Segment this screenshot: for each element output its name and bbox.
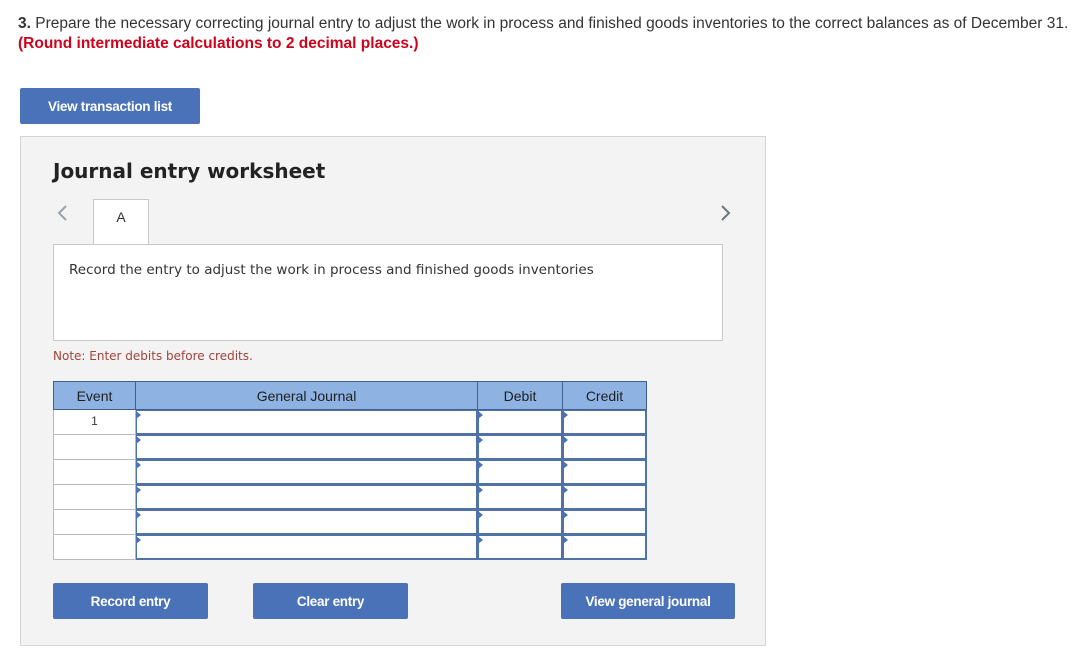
- tab-a[interactable]: A: [93, 199, 149, 245]
- account-input[interactable]: [135, 509, 478, 535]
- chevron-right-icon[interactable]: [717, 203, 733, 223]
- table-row: [53, 484, 647, 510]
- credit-input[interactable]: [562, 484, 647, 510]
- account-input[interactable]: [135, 534, 478, 560]
- header-credit: Credit: [562, 381, 647, 410]
- account-input[interactable]: [135, 434, 478, 460]
- table-row: [53, 534, 647, 560]
- question-body: Prepare the necessary correcting journal…: [30, 15, 1069, 32]
- debit-input[interactable]: [477, 509, 563, 535]
- event-cell: [53, 484, 136, 510]
- debit-input[interactable]: [477, 534, 563, 560]
- debits-note: Note: Enter debits before credits.: [53, 349, 253, 363]
- debit-input[interactable]: [477, 459, 563, 485]
- credit-input[interactable]: [562, 509, 647, 535]
- event-cell: 1: [53, 409, 136, 435]
- table-row: [53, 434, 647, 460]
- rounding-hint: (Round intermediate calculations to 2 de…: [18, 35, 419, 52]
- worksheet-title: Journal entry worksheet: [53, 159, 326, 183]
- record-entry-button[interactable]: Record entry: [53, 583, 208, 619]
- view-transaction-list-button[interactable]: View transaction list: [20, 88, 200, 124]
- account-input[interactable]: [135, 459, 478, 485]
- table-row: [53, 459, 647, 485]
- question-text: 3. Prepare the necessary correcting jour…: [18, 14, 1073, 54]
- clear-entry-button[interactable]: Clear entry: [253, 583, 408, 619]
- event-cell: [53, 459, 136, 485]
- header-event: Event: [53, 381, 136, 410]
- journal-table: Event General Journal Debit Credit 1: [53, 381, 647, 560]
- debit-input[interactable]: [477, 409, 563, 435]
- debit-input[interactable]: [477, 484, 563, 510]
- header-general-journal: General Journal: [135, 381, 478, 410]
- table-row: [53, 509, 647, 535]
- credit-input[interactable]: [562, 409, 647, 435]
- entry-description: Record the entry to adjust the work in p…: [53, 244, 723, 341]
- journal-entry-worksheet: Journal entry worksheet A Record the ent…: [20, 136, 766, 646]
- event-cell: [53, 534, 136, 560]
- question-number: 3.: [18, 15, 31, 32]
- account-input[interactable]: [135, 484, 478, 510]
- debit-input[interactable]: [477, 434, 563, 460]
- account-input[interactable]: [135, 409, 478, 435]
- header-debit: Debit: [477, 381, 563, 410]
- event-cell: [53, 434, 136, 460]
- chevron-left-icon[interactable]: [55, 203, 71, 223]
- view-general-journal-button[interactable]: View general journal: [561, 583, 735, 619]
- event-cell: [53, 509, 136, 535]
- table-row: 1: [53, 409, 647, 435]
- credit-input[interactable]: [562, 434, 647, 460]
- credit-input[interactable]: [562, 534, 647, 560]
- credit-input[interactable]: [562, 459, 647, 485]
